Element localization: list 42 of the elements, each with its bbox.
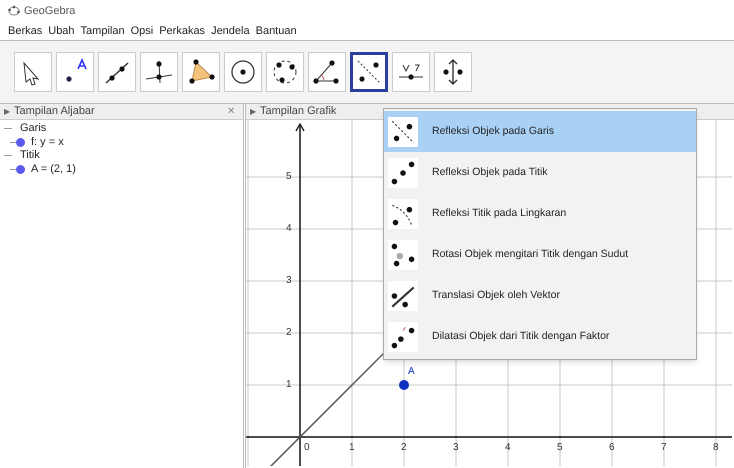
point-marker[interactable]	[399, 380, 409, 390]
tick-label: 3	[286, 276, 292, 286]
menu-item[interactable]: Perkakas	[159, 22, 206, 40]
menu-item[interactable]: Tampilan	[80, 22, 125, 40]
tick-label: 5	[286, 172, 292, 182]
menu-option[interactable]: Refleksi Titik pada Lingkaran	[384, 193, 696, 234]
tick-label: 4	[505, 443, 511, 453]
menu-item[interactable]: Berkas	[8, 22, 42, 40]
menu-option[interactable]: Rotasi Objek mengitari Titik dengan Sudut	[384, 234, 696, 275]
tick-label: 2	[401, 443, 407, 453]
menu-option[interactable]: Dilatasi Objek dari Titik dengan Faktor	[384, 316, 696, 357]
tick-label: 4	[286, 224, 292, 234]
tick-label: 8	[713, 443, 719, 453]
expand-arrow-icon[interactable]: ▶	[4, 106, 10, 118]
menu-option[interactable]: Translasi Objek oleh Vektor	[384, 275, 696, 316]
tick-label: 2	[286, 328, 292, 338]
tick-label: 6	[609, 443, 615, 453]
tick-label: 7	[661, 443, 667, 453]
menu-item[interactable]: Opsi	[130, 22, 154, 40]
transform-tool-icon	[388, 116, 418, 146]
point-label: A	[408, 367, 415, 377]
tick-label: 0	[304, 443, 310, 453]
tick-label: 5	[557, 443, 563, 453]
window-title: GeoGebra	[24, 4, 76, 19]
transform-tool-icon	[388, 322, 418, 352]
app-logo-icon	[8, 5, 20, 17]
transform-tool-icon	[388, 280, 418, 310]
transform-tool-icon	[388, 240, 418, 270]
menu-item[interactable]: Ubah	[48, 22, 75, 40]
panel-title: Tampilan Grafik	[260, 104, 336, 120]
tool-button[interactable]	[350, 52, 388, 92]
expand-arrow-icon[interactable]: ▶	[250, 106, 256, 118]
menu-option[interactable]: Refleksi Objek pada Titik	[384, 152, 696, 193]
tick-label: 1	[286, 380, 292, 390]
menu-item[interactable]: Jendela	[211, 22, 250, 40]
tick-label: 1	[349, 443, 355, 453]
menu-option[interactable]: Refleksi Objek pada Garis	[384, 111, 696, 152]
panel-title: Tampilan Aljabar	[14, 104, 96, 120]
tick-label: 3	[453, 443, 459, 453]
menu-item[interactable]: Bantuan	[256, 22, 297, 40]
transform-tool-icon	[388, 158, 418, 188]
transform-tool-icon	[388, 198, 418, 228]
